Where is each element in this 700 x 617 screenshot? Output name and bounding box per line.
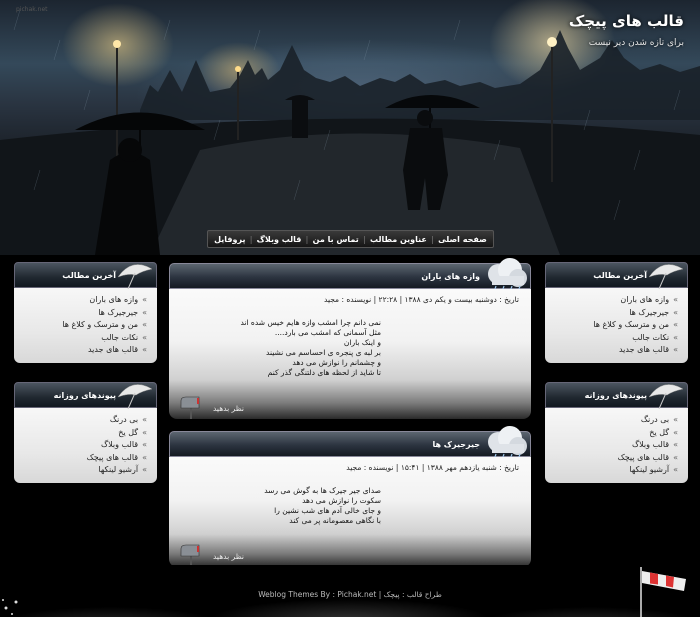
post-header: جیرجیرک ها — [169, 426, 531, 461]
box-header: پیوندهای روزانه — [14, 382, 157, 409]
list-item[interactable]: گل یخ — [551, 427, 678, 440]
post-line: و اینک باران — [343, 338, 381, 347]
post-header: وازه های باران — [169, 258, 531, 293]
box-body: بی درنگ گل یخ قالب وبلاگ قالب های پیچک آ… — [545, 408, 688, 483]
left-recent-posts-box: آخرین مطالب وازه های باران جیرجیرک ها من… — [14, 262, 157, 363]
list-item[interactable]: وازه های باران — [551, 294, 678, 307]
post-body: تاریخ : دوشنبه بیست و یکم دی ۱۳۸۸ | ۲۲:۲… — [169, 289, 531, 419]
watermark-text: pichak.net — [16, 6, 48, 13]
list-item[interactable]: جیرجیرک ها — [20, 307, 147, 320]
nav-weblog-theme[interactable]: قالب وبلاگ — [257, 235, 302, 244]
nav-separator: | — [249, 234, 253, 244]
umbrella-icon — [648, 384, 684, 409]
list-item[interactable]: قالب وبلاگ — [551, 439, 678, 452]
header-banner: pichak.net قالب های پیچک برای تازه شدن د… — [0, 0, 700, 255]
list-item[interactable]: نکات جالب — [20, 332, 147, 345]
umbrella-icon — [117, 384, 153, 409]
list-item[interactable]: قالب های جدید — [551, 344, 678, 357]
mailbox-icon[interactable] — [177, 543, 205, 567]
list-item[interactable]: من و مترسک و کلاغ ها — [20, 319, 147, 332]
list-item[interactable]: قالب های پیچک — [551, 452, 678, 465]
post-body: تاریخ : شنبه یازدهم مهر ۱۳۸۸ | ۱۵:۴۱ | ن… — [169, 457, 531, 567]
list-item[interactable]: نکات جالب — [551, 332, 678, 345]
nav-separator: | — [305, 234, 309, 244]
right-daily-links-box: پیوندهای روزانه بی درنگ گل یخ قالب وبلاگ… — [545, 382, 688, 483]
nav-home[interactable]: صفحه اصلی — [438, 235, 487, 244]
list-item[interactable]: قالب وبلاگ — [20, 439, 147, 452]
comment-link[interactable]: نظر بدهید — [213, 552, 244, 561]
box-title: پیوندهای روزانه — [584, 391, 647, 400]
post-card: جیرجیرک ها تاریخ : شنبه یازدهم مهر ۱۳۸۸ … — [169, 426, 531, 567]
post-card: وازه های باران تاریخ : دوشنبه بیست و یکم… — [169, 258, 531, 419]
box-title: آخرین مطالب — [62, 271, 116, 280]
umbrella-icon — [648, 264, 684, 289]
box-body: بی درنگ گل یخ قالب وبلاگ قالب های پیچک آ… — [14, 408, 157, 483]
nav-separator: | — [431, 234, 434, 244]
post-line: و چشمانم را نوازش می دهد — [292, 358, 381, 367]
post-title[interactable]: جیرجیرک ها — [432, 440, 480, 449]
post-line: با نگاهی معصومانه پر می کند — [289, 516, 381, 525]
list-item[interactable]: آرشیو لینکها — [20, 464, 147, 477]
mailbox-icon[interactable] — [177, 395, 205, 419]
list-item[interactable]: بی درنگ — [20, 414, 147, 427]
list-item[interactable]: جیرجیرک ها — [551, 307, 678, 320]
post-line: تا شاید از لحظه های دلتنگی گذر کنم — [267, 368, 381, 377]
post-line: سکوت را نوازش می دهد — [302, 496, 381, 505]
umbrella-icon — [117, 264, 153, 289]
list-item[interactable]: وازه های باران — [20, 294, 147, 307]
list-item[interactable]: بی درنگ — [551, 414, 678, 427]
list-item[interactable]: من و مترسک و کلاغ ها — [551, 319, 678, 332]
box-body: وازه های باران جیرجیرک ها من و مترسک و ک… — [545, 288, 688, 363]
box-header: آخرین مطالب — [14, 262, 157, 289]
post-line: صدای جیر جیرک ها به گوش می رسد — [264, 486, 381, 495]
site-subtitle: برای تازه شدن دیر نیست — [588, 38, 684, 48]
list-item[interactable]: گل یخ — [20, 427, 147, 440]
post-meta: تاریخ : دوشنبه بیست و یکم دی ۱۳۸۸ | ۲۲:۲… — [324, 295, 519, 304]
main-navigation: صفحه اصلی | عناوین مطالب | تماس با من | … — [207, 230, 494, 248]
list-item[interactable]: قالب های پیچک — [20, 452, 147, 465]
post-line: نمی دانم چرا امشب وازه هایم خیس شده اند — [240, 318, 381, 327]
post-meta: تاریخ : شنبه یازدهم مهر ۱۳۸۸ | ۱۵:۴۱ | ن… — [346, 463, 519, 472]
box-title: آخرین مطالب — [593, 271, 647, 280]
nav-contact[interactable]: تماس با من — [313, 235, 359, 244]
box-header: آخرین مطالب — [545, 262, 688, 289]
footer-credits[interactable]: Weblog Themes By : Pichak.net | طراح قال… — [0, 590, 700, 599]
nav-profile[interactable]: پروفایل — [214, 235, 245, 244]
post-line: و جای خالی آدم های شب نشین را — [274, 506, 381, 515]
box-title: پیوندهای روزانه — [53, 391, 116, 400]
box-header: پیوندهای روزانه — [545, 382, 688, 409]
post-title[interactable]: وازه های باران — [421, 272, 480, 281]
site-title[interactable]: قالب های پیچک — [569, 12, 684, 30]
post-line: بر لبه ی پنجره ی احساسم می نشیند — [266, 348, 381, 357]
right-recent-posts-box: آخرین مطالب وازه های باران جیرجیرک ها من… — [545, 262, 688, 363]
nav-post-titles[interactable]: عناوین مطالب — [370, 235, 427, 244]
post-line: مثل آسمانی که امشب می بارد.... — [274, 328, 381, 337]
site-title-block: قالب های پیچک برای تازه شدن دیر نیست — [569, 12, 684, 48]
list-item[interactable]: قالب های جدید — [20, 344, 147, 357]
post-content: صدای جیر جیرک ها به گوش می رسد سکوت را ن… — [169, 472, 531, 526]
list-item[interactable]: آرشیو لینکها — [551, 464, 678, 477]
comment-link[interactable]: نظر بدهید — [213, 404, 244, 413]
nav-separator: | — [363, 234, 366, 244]
left-daily-links-box: پیوندهای روزانه بی درنگ گل یخ قالب وبلاگ… — [14, 382, 157, 483]
windsock-icon — [640, 567, 686, 617]
post-content: نمی دانم چرا امشب وازه هایم خیس شده اند … — [169, 304, 531, 378]
box-body: وازه های باران جیرجیرک ها من و مترسک و ک… — [14, 288, 157, 363]
